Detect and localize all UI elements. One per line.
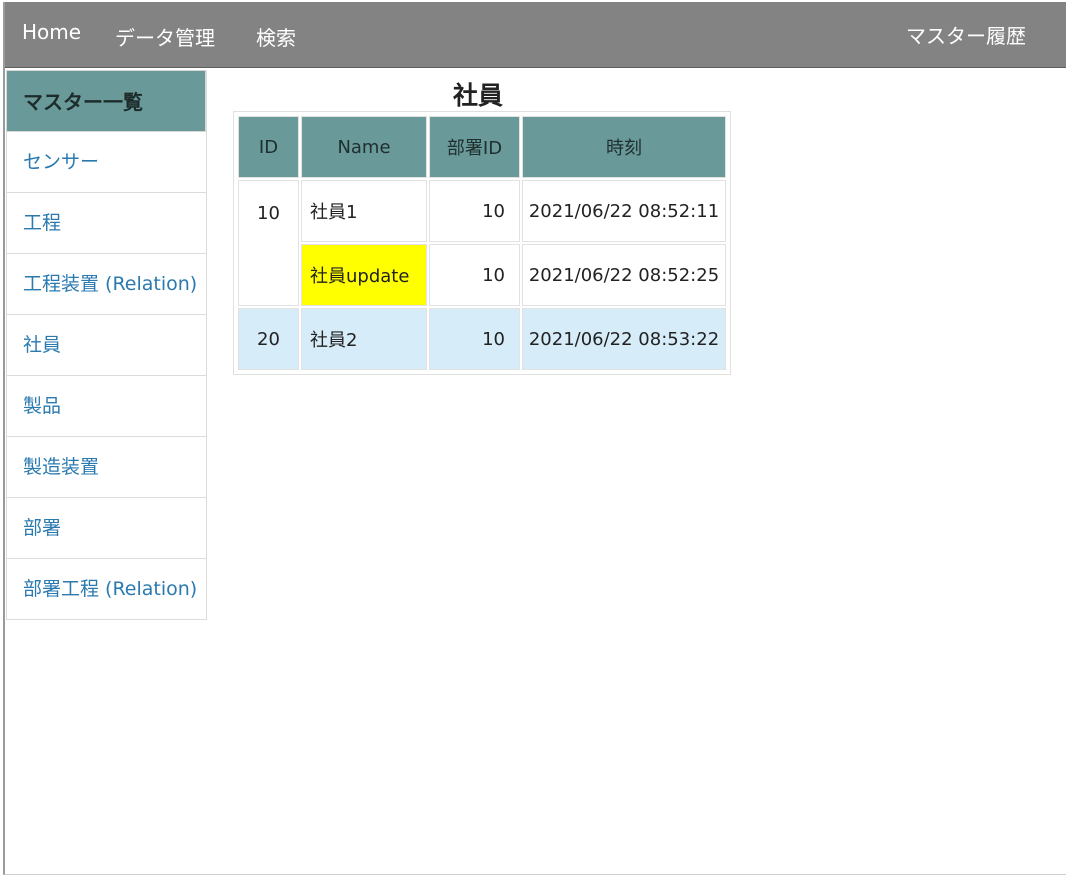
cell-dept-id: 10 (429, 244, 520, 306)
sidebar-item-employee[interactable]: 社員 (6, 315, 206, 376)
table-header-row: ID Name 部署ID 時刻 (238, 116, 726, 178)
column-header-id: ID (238, 116, 299, 178)
cell-id: 10 (238, 180, 299, 306)
sidebar-item-process-equipment[interactable]: 工程装置 (Relation) (6, 254, 206, 315)
column-header-dept-id: 部署ID (429, 116, 520, 178)
master-sidebar: マスター一覧 センサー 工程 工程装置 (Relation) 社員 製品 製造装… (6, 70, 207, 620)
column-header-time: 時刻 (522, 116, 726, 178)
page-title: 社員 (453, 81, 504, 110)
sidebar-item-sensor[interactable]: センサー (6, 132, 206, 193)
sidebar-item-process[interactable]: 工程 (6, 193, 206, 254)
table-row[interactable]: 社員update 10 2021/06/22 08:52:25 (238, 244, 726, 306)
cell-name-changed: 社員update (301, 244, 427, 306)
cell-id: 20 (238, 308, 299, 370)
nav-home-link[interactable]: Home (22, 20, 81, 44)
sidebar-item-department[interactable]: 部署 (6, 498, 206, 559)
cell-time: 2021/06/22 08:52:11 (522, 180, 726, 242)
top-navbar: Home データ管理 検索 マスター履歴 (5, 2, 1066, 68)
nav-data-management-link[interactable]: データ管理 (115, 22, 215, 51)
cell-name: 社員1 (301, 180, 427, 242)
employee-table: ID Name 部署ID 時刻 10 社員1 10 2021/06/22 08:… (236, 114, 728, 372)
cell-dept-id: 10 (429, 308, 520, 370)
column-header-name: Name (301, 116, 427, 178)
nav-search-link[interactable]: 検索 (256, 22, 296, 51)
app-frame: Home データ管理 検索 マスター履歴 マスター一覧 センサー 工程 工程装置… (3, 2, 1066, 875)
cell-time: 2021/06/22 08:53:22 (522, 308, 726, 370)
cell-time: 2021/06/22 08:52:25 (522, 244, 726, 306)
sidebar-item-product[interactable]: 製品 (6, 376, 206, 437)
sidebar-item-department-process[interactable]: 部署工程 (Relation) (6, 559, 206, 620)
nav-master-history-link[interactable]: マスター履歴 (906, 20, 1026, 49)
cell-dept-id: 10 (429, 180, 520, 242)
employee-table-container: ID Name 部署ID 時刻 10 社員1 10 2021/06/22 08:… (233, 111, 731, 375)
table-row[interactable]: 10 社員1 10 2021/06/22 08:52:11 (238, 180, 726, 306)
sidebar-header: マスター一覧 (6, 70, 206, 132)
cell-name: 社員2 (301, 308, 427, 370)
table-row-selected[interactable]: 20 社員2 10 2021/06/22 08:53:22 (238, 308, 726, 370)
sidebar-item-manufacturing-equipment[interactable]: 製造装置 (6, 437, 206, 498)
